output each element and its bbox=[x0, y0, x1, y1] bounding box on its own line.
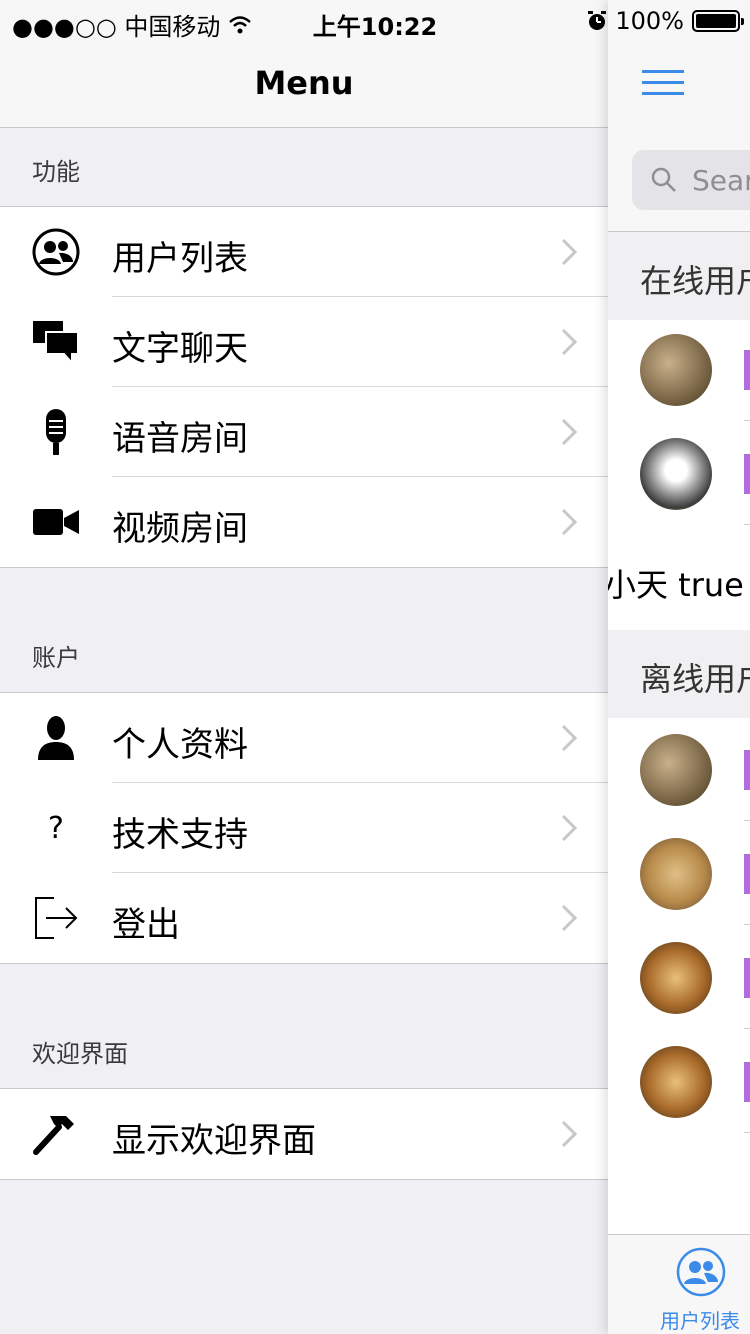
avatar[interactable] bbox=[640, 838, 712, 910]
menu-item-video-room[interactable]: 视频房间 bbox=[0, 477, 608, 567]
chevron-right-icon bbox=[561, 904, 578, 932]
search-input[interactable]: Sear bbox=[632, 150, 750, 210]
users-tab-icon bbox=[676, 1247, 726, 1297]
menu-item-label: 显示欢迎界面 bbox=[112, 1121, 316, 1161]
chevron-right-icon bbox=[561, 508, 578, 536]
tab-label: 用户列表 bbox=[660, 1309, 740, 1333]
menu-item-label: 个人资料 bbox=[112, 725, 248, 765]
user-tag bbox=[744, 1062, 750, 1102]
welcome-group: 显示欢迎界面 bbox=[0, 1088, 608, 1180]
hammer-icon bbox=[32, 1110, 80, 1158]
search-placeholder: Sear bbox=[692, 164, 750, 197]
avatar[interactable] bbox=[640, 942, 712, 1014]
offline-users-header: 离线用户 bbox=[608, 630, 750, 718]
question-mark-icon: ? bbox=[48, 810, 64, 846]
menu-item-label: 视频房间 bbox=[112, 509, 248, 549]
account-group: 个人资料 ? 技术支持 登出 bbox=[0, 692, 608, 964]
chevron-right-icon bbox=[561, 238, 578, 266]
menu-item-show-welcome[interactable]: 显示欢迎界面 bbox=[0, 1089, 608, 1179]
menu-item-tech-support[interactable]: ? 技术支持 bbox=[0, 783, 608, 873]
user-status-text: 小天 true bbox=[608, 566, 744, 604]
menu-item-voice-room[interactable]: 语音房间 bbox=[0, 387, 608, 477]
tab-bar: 用户列表 bbox=[608, 1234, 750, 1334]
menu-item-label: 语音房间 bbox=[112, 419, 248, 459]
status-bar: ●●●○○ 中国移动 上午10:22 100% bbox=[0, 0, 750, 41]
user-tag bbox=[744, 454, 750, 494]
person-icon bbox=[32, 714, 80, 762]
video-camera-icon bbox=[32, 498, 80, 546]
chat-bubbles-icon bbox=[32, 318, 80, 366]
avatar[interactable] bbox=[640, 1046, 712, 1118]
microphone-icon bbox=[32, 408, 80, 456]
alarm-clock-icon bbox=[588, 11, 607, 30]
features-group: 用户列表 文字聊天 语音房间 视频房间 bbox=[0, 206, 608, 568]
section-header-features: 功能 bbox=[32, 158, 80, 186]
status-right: 100% bbox=[587, 7, 744, 35]
users-circle-icon bbox=[32, 228, 80, 276]
menu-item-text-chat[interactable]: 文字聊天 bbox=[0, 297, 608, 387]
online-users-title: 在线用户 bbox=[640, 262, 750, 300]
menu-item-label: 技术支持 bbox=[112, 815, 248, 855]
chevron-right-icon bbox=[561, 418, 578, 446]
user-tag bbox=[744, 350, 750, 390]
menu-item-user-list[interactable]: 用户列表 bbox=[0, 207, 608, 297]
menu-item-label: 用户列表 bbox=[112, 239, 248, 279]
user-tag bbox=[744, 854, 750, 894]
search-icon bbox=[651, 167, 676, 192]
menu-item-label: 文字聊天 bbox=[112, 329, 248, 369]
battery-percent: 100% bbox=[615, 7, 684, 35]
user-tag bbox=[744, 958, 750, 998]
avatar[interactable] bbox=[640, 334, 712, 406]
menu-item-profile[interactable]: 个人资料 bbox=[0, 693, 608, 783]
battery-icon bbox=[692, 10, 744, 32]
menu-item-logout[interactable]: 登出 bbox=[0, 873, 608, 963]
online-users-header: 在线用户 bbox=[608, 232, 750, 320]
search-area: Sear bbox=[608, 128, 750, 232]
section-header-welcome: 欢迎界面 bbox=[32, 1040, 128, 1068]
chevron-right-icon bbox=[561, 1120, 578, 1148]
chevron-right-icon bbox=[561, 724, 578, 752]
section-header-account: 账户 bbox=[32, 644, 80, 672]
side-menu: Menu 功能 用户列表 文字聊天 语音房间 视频房间 账户 个人资料 ? 技术… bbox=[0, 0, 608, 1334]
user-list-panel: Sear 在线用户 小天 true 离线用户 用户列表 bbox=[608, 0, 750, 1334]
hamburger-menu-icon[interactable] bbox=[642, 70, 686, 96]
menu-title: Menu bbox=[254, 64, 354, 102]
offline-users-title: 离线用户 bbox=[640, 660, 750, 698]
logout-icon bbox=[32, 894, 80, 942]
menu-item-label: 登出 bbox=[112, 905, 180, 945]
avatar[interactable] bbox=[640, 734, 712, 806]
avatar[interactable] bbox=[640, 438, 712, 510]
user-tag bbox=[744, 750, 750, 790]
chevron-right-icon bbox=[561, 814, 578, 842]
chevron-right-icon bbox=[561, 328, 578, 356]
